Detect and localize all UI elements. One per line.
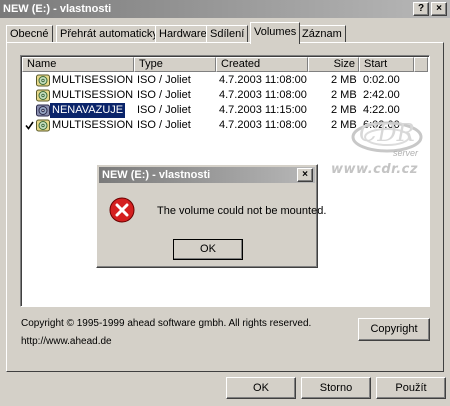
disc-volume-icon	[36, 104, 50, 117]
column-header-start[interactable]: Start	[359, 57, 414, 72]
dialog-ok-button[interactable]: OK	[173, 239, 243, 260]
tab-obecne[interactable]: Obecné	[6, 25, 53, 43]
dialog-close-button[interactable]: ×	[297, 168, 313, 182]
disc-volume-icon	[36, 119, 50, 132]
row-type: ISO / Joliet	[137, 104, 191, 116]
row-start: 4:22.00	[363, 104, 400, 116]
copyright-text: Copyright © 1995-1999 ahead software gmb…	[21, 318, 312, 329]
row-name: MULTISESSION	[52, 74, 134, 86]
row-created: 4.7.2003 11:15:00	[219, 104, 307, 116]
dialog-title-bar[interactable]: NEW (E:) - vlastnosti ×	[99, 167, 315, 183]
title-bar[interactable]: NEW (E:) - vlastnosti ? ×	[0, 0, 450, 18]
column-header-type[interactable]: Type	[134, 57, 216, 72]
error-icon	[109, 197, 135, 223]
error-dialog[interactable]: NEW (E:) - vlastnosti × The volume could…	[96, 164, 326, 268]
list-item[interactable]: MULTISESSION ISO / Joliet 4.7.2003 11:08…	[23, 88, 423, 103]
row-name: MULTISESSION	[52, 89, 134, 101]
row-start: 2:42.00	[363, 89, 400, 101]
row-name: MULTISESSION	[52, 119, 134, 131]
row-type: ISO / Joliet	[137, 89, 191, 101]
list-item[interactable]: MULTISESSION ISO / Joliet 4.7.2003 11:08…	[23, 73, 423, 88]
checkmark-icon	[25, 121, 34, 130]
row-size: 2 MB	[331, 104, 357, 116]
row-created: 4.7.2003 11:08:00	[219, 119, 307, 131]
dialog-message: The volume could not be mounted.	[157, 205, 327, 217]
row-size: 2 MB	[331, 89, 357, 101]
row-start: 6:02.00	[363, 119, 400, 131]
row-type: ISO / Joliet	[137, 74, 191, 86]
apply-button[interactable]: Použít	[376, 377, 446, 399]
window-title: NEW (E:) - vlastnosti	[3, 3, 112, 15]
column-header-created[interactable]: Created	[216, 57, 308, 72]
vendor-url: http://www.ahead.de	[21, 336, 112, 347]
close-button[interactable]: ×	[431, 2, 447, 16]
row-created: 4.7.2003 11:08:00	[219, 89, 307, 101]
tab-prehrat-automaticky[interactable]: Přehrát automaticky	[56, 25, 162, 43]
tab-volumes[interactable]: Volumes	[250, 22, 301, 44]
column-header-filler	[414, 57, 428, 72]
list-item-selected[interactable]: NENAVAZUJE ISO / Joliet 4.7.2003 11:15:0…	[23, 103, 423, 118]
tab-hardware[interactable]: Hardware	[155, 25, 211, 43]
column-header-name[interactable]: Name	[22, 57, 134, 72]
row-size: 2 MB	[331, 74, 357, 86]
row-start: 0:02.00	[363, 74, 400, 86]
copyright-button[interactable]: Copyright	[358, 318, 430, 341]
help-button[interactable]: ?	[413, 2, 429, 16]
ok-button[interactable]: OK	[226, 377, 296, 399]
row-name: NENAVAZUJE	[50, 103, 126, 118]
column-header-size[interactable]: Size	[308, 57, 359, 72]
tab-sdileni[interactable]: Sdílení	[206, 25, 249, 43]
disc-volume-icon	[36, 89, 50, 102]
row-created: 4.7.2003 11:08:00	[219, 74, 307, 86]
tab-zaznam[interactable]: Záznam	[298, 25, 346, 43]
cancel-button[interactable]: Storno	[301, 377, 371, 399]
list-item[interactable]: MULTISESSION ISO / Joliet 4.7.2003 11:08…	[23, 118, 423, 133]
dialog-title: NEW (E:) - vlastnosti	[102, 169, 211, 181]
row-size: 2 MB	[331, 119, 357, 131]
row-type: ISO / Joliet	[137, 119, 191, 131]
disc-volume-icon	[36, 74, 50, 87]
